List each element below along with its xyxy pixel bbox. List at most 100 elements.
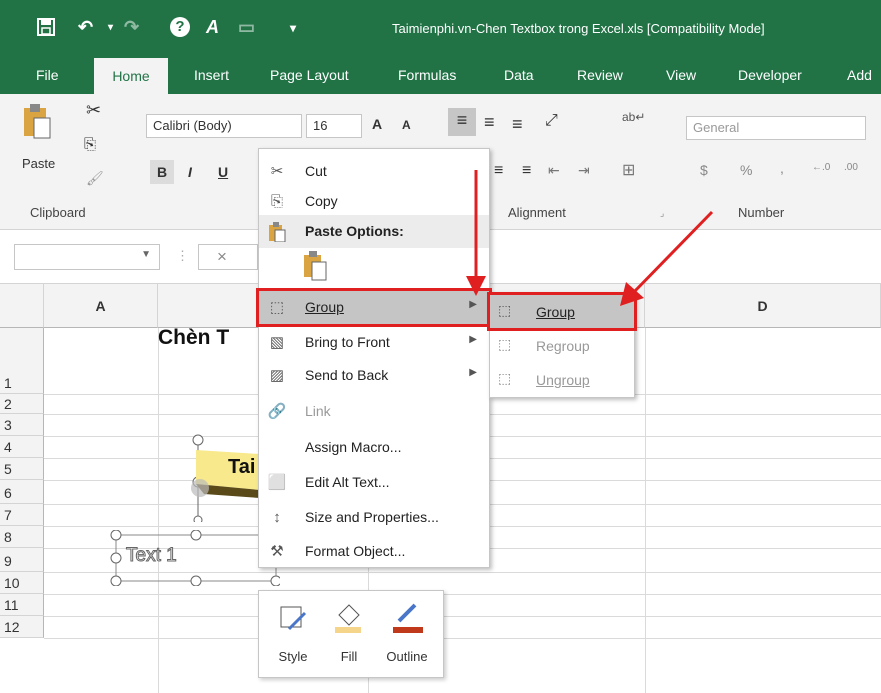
row-header-3[interactable]: 3 — [0, 414, 44, 436]
tab-page-layout[interactable]: Page Layout — [270, 67, 349, 83]
gridline — [44, 638, 881, 639]
paste-button[interactable]: Paste — [22, 156, 55, 171]
style-button[interactable]: Style — [265, 597, 321, 673]
submenu-arrow-icon: ▶ — [469, 367, 477, 378]
orientation-icon[interactable]: ⤢ — [545, 112, 558, 130]
format-painter-icon[interactable]: 🖌 — [86, 170, 104, 187]
fill-button[interactable]: Fill — [321, 597, 377, 673]
row-header-6[interactable]: 6 — [0, 480, 44, 504]
column-header-d[interactable]: D — [645, 284, 881, 328]
size-icon: ↕ — [273, 509, 281, 526]
namebox-dropdown-icon[interactable]: ▼ — [141, 249, 151, 260]
window-title: Taimienphi.vn-Chen Textbox trong Excel.x… — [392, 21, 765, 36]
menu-item-bring-to-front[interactable]: ▧ Bring to Front ▶ — [259, 326, 489, 359]
copy-icon[interactable]: ⎘ — [84, 136, 96, 153]
tab-formulas[interactable]: Formulas — [398, 67, 456, 83]
name-box[interactable]: ▼ — [14, 244, 160, 270]
tab-insert[interactable]: Insert — [194, 67, 229, 83]
font-name-box[interactable]: Calibri (Body) — [146, 114, 302, 138]
redo-icon[interactable]: ↷ — [124, 17, 139, 38]
row-header-2[interactable]: 2 — [0, 394, 44, 414]
menu-item-label: Copy — [305, 193, 338, 209]
number-format-box[interactable]: General — [686, 116, 866, 140]
wrap-text-icon[interactable]: ab↵ — [622, 110, 645, 124]
font-a-icon[interactable]: A — [206, 17, 219, 38]
currency-button[interactable]: $ — [700, 162, 708, 178]
tab-home[interactable]: Home — [94, 58, 168, 94]
column-header-a[interactable]: A — [44, 284, 158, 328]
menu-item-assign-macro[interactable]: Assign Macro... — [259, 431, 489, 464]
left-align-icon[interactable]: ≡ — [494, 162, 503, 180]
form-icon[interactable]: ▭ — [238, 17, 255, 38]
row-header-7[interactable]: 7 — [0, 504, 44, 526]
title-bar: ↶ ▾ ↷ ? A ▭ ▾ Taimienphi.vn-Chen Textbox… — [0, 0, 881, 58]
save-icon[interactable] — [36, 17, 56, 42]
menu-item-label: Group — [305, 299, 344, 315]
row-header-12[interactable]: 12 — [0, 616, 44, 638]
cancel-formula-icon[interactable]: × — [217, 247, 227, 267]
customize-qat-icon[interactable]: ▾ — [290, 21, 296, 35]
help-icon[interactable]: ? — [170, 17, 190, 37]
comma-button[interactable]: , — [780, 160, 784, 176]
bottom-align-icon[interactable]: ≡ — [512, 114, 523, 135]
clipboard-group-label: Clipboard — [30, 205, 86, 220]
bold-button[interactable]: B — [150, 160, 174, 184]
gridline — [44, 616, 881, 617]
row-header-8[interactable]: 8 — [0, 526, 44, 548]
top-align-icon[interactable]: ≡ — [448, 108, 476, 136]
select-all-corner[interactable] — [0, 284, 44, 328]
menu-item-label: Edit Alt Text... — [305, 474, 390, 490]
submenu-item-label: Regroup — [536, 338, 590, 354]
menu-item-size-properties[interactable]: ↕ Size and Properties... — [259, 501, 489, 534]
italic-button[interactable]: I — [188, 164, 192, 180]
alignment-launcher-icon[interactable]: ⌟ — [660, 208, 664, 219]
sheet-heading: Chèn T — [158, 326, 230, 349]
menu-item-copy[interactable]: ⎘ Copy — [259, 185, 489, 218]
paste-icon[interactable] — [22, 104, 52, 140]
decrease-indent-icon[interactable]: ⇤ — [548, 162, 560, 179]
middle-align-icon[interactable]: ≡ — [484, 112, 495, 133]
underline-button[interactable]: U — [218, 164, 228, 180]
menu-item-label: Format Object... — [305, 543, 406, 559]
fill-label: Fill — [340, 649, 358, 664]
shrink-font-button[interactable]: A — [402, 118, 411, 132]
tab-data[interactable]: Data — [504, 67, 534, 83]
cut-icon[interactable]: ✂ — [86, 100, 101, 121]
tab-review[interactable]: Review — [577, 67, 623, 83]
paste-keep-format-icon[interactable] — [303, 251, 329, 281]
merge-center-icon[interactable]: ⊞ — [622, 160, 635, 180]
formula-cancel-area: × — [198, 244, 258, 270]
row-header-9[interactable]: 9 — [0, 548, 44, 572]
increase-decimal-icon[interactable]: ←.0 — [812, 162, 830, 173]
menu-header-paste-options: Paste Options: — [259, 215, 489, 248]
outline-pen-icon — [393, 603, 423, 633]
decrease-decimal-icon[interactable]: .00 — [844, 162, 858, 173]
menu-item-edit-alt-text[interactable]: ⬜ Edit Alt Text... — [259, 466, 489, 499]
row-header-5[interactable]: 5 — [0, 458, 44, 480]
row-header-11[interactable]: 11 — [0, 594, 44, 616]
format-icon: ⚒ — [270, 543, 284, 560]
textbox-object[interactable]: Text 1 — [110, 530, 280, 586]
menu-item-format-object[interactable]: ⚒ Format Object... — [259, 535, 489, 568]
submenu-arrow-icon: ▶ — [469, 334, 477, 345]
tab-add[interactable]: Add — [847, 67, 872, 83]
row-header-4[interactable]: 4 — [0, 436, 44, 458]
menu-item-send-to-back[interactable]: ▨ Send to Back ▶ — [259, 359, 489, 392]
menu-item-cut[interactable]: ✂ Cut — [259, 155, 489, 188]
grow-font-button[interactable]: A — [372, 116, 382, 132]
gridline — [44, 594, 881, 595]
tab-developer[interactable]: Developer — [738, 67, 802, 83]
outline-button[interactable]: Outline — [379, 597, 435, 673]
undo-dropdown-icon[interactable]: ▾ — [108, 22, 113, 33]
tab-file[interactable]: File — [36, 67, 59, 83]
center-align-icon[interactable]: ≡ — [522, 162, 531, 180]
row-header-10[interactable]: 10 — [0, 572, 44, 594]
percent-button[interactable]: % — [740, 162, 752, 178]
submenu-item-group[interactable]: ⬚ Group — [487, 292, 637, 331]
tab-view[interactable]: View — [666, 67, 696, 83]
increase-indent-icon[interactable]: ⇥ — [578, 162, 590, 179]
row-header-1[interactable]: 1 — [0, 328, 44, 394]
font-size-box[interactable]: 16 — [306, 114, 362, 138]
undo-icon[interactable]: ↶ — [78, 17, 93, 38]
menu-item-group[interactable]: ⬚ Group ▶ — [256, 288, 492, 327]
